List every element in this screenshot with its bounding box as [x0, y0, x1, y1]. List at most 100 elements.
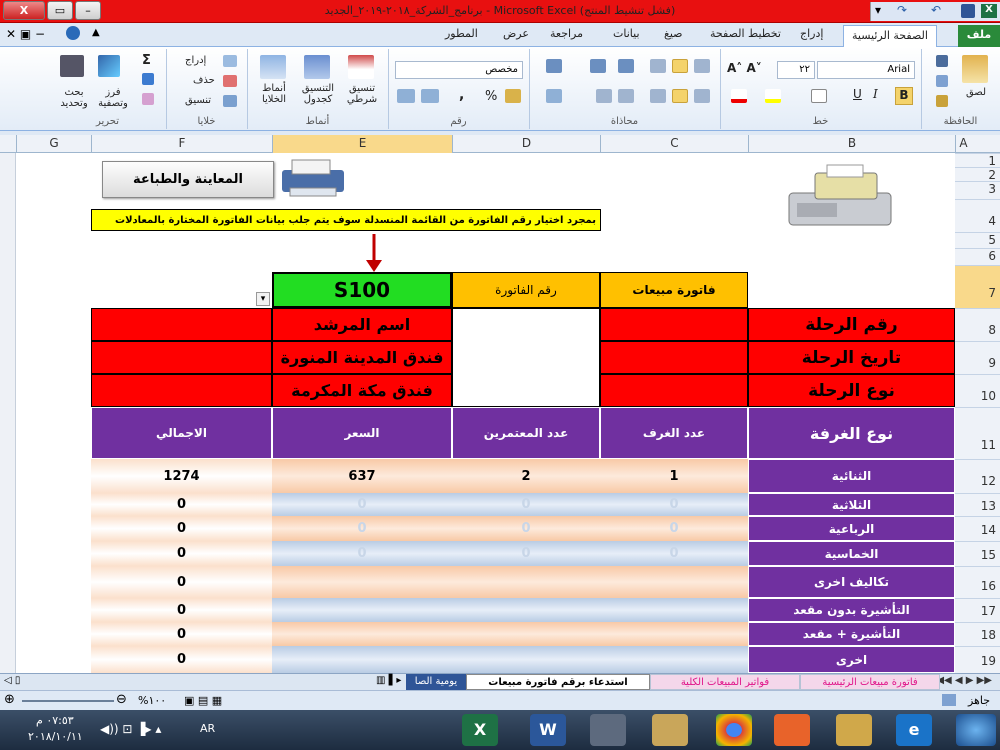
align-left-icon[interactable]	[650, 89, 666, 103]
orientation-icon[interactable]	[618, 59, 634, 73]
column-header-d[interactable]: D	[452, 135, 600, 153]
grow-font-icon[interactable]: A˄ A˅	[727, 61, 762, 75]
font-color-icon[interactable]	[731, 89, 747, 103]
room-type-cell[interactable]: الثنائية	[748, 459, 955, 493]
pilgrims-cell[interactable]	[452, 622, 600, 646]
undo-icon[interactable]: ↶	[931, 3, 941, 17]
row-header[interactable]: 19	[955, 646, 1000, 673]
trip-type-value[interactable]	[600, 374, 748, 407]
taskbar-excel-icon[interactable]: X	[462, 714, 498, 746]
format-painter-icon[interactable]	[936, 95, 948, 107]
merge-center-icon[interactable]	[546, 89, 562, 103]
medina-hotel-value[interactable]	[91, 341, 272, 374]
guide-name-value[interactable]	[91, 308, 272, 341]
room-type-cell[interactable]: الرباعية	[748, 516, 955, 541]
makkah-hotel-value[interactable]	[91, 374, 272, 407]
total-cell[interactable]: 0	[91, 566, 272, 598]
total-cell[interactable]: 0	[91, 493, 272, 516]
wrap-text-icon[interactable]	[546, 59, 562, 73]
row-header[interactable]: 14	[955, 516, 1000, 541]
room-type-cell[interactable]: الخماسية	[748, 541, 955, 566]
row-header[interactable]: 5	[955, 232, 1000, 248]
column-header-e[interactable]: E	[272, 135, 452, 153]
room-type-cell[interactable]: تكاليف اخرى	[748, 566, 955, 598]
bold-button[interactable]: B	[895, 87, 913, 105]
column-header-a[interactable]: A	[955, 135, 971, 153]
column-header-f[interactable]: F	[91, 135, 272, 153]
printer-icon[interactable]	[276, 158, 350, 200]
row-header[interactable]: 10	[955, 374, 1000, 407]
trip-number-value[interactable]	[600, 308, 748, 341]
pilgrims-cell[interactable]: 2	[452, 459, 600, 493]
autosum-button[interactable]: Σ	[142, 53, 151, 68]
outdent-icon[interactable]	[618, 89, 634, 103]
window-controls-icon[interactable]: ✕ ▣ −	[6, 27, 45, 41]
currency-icon[interactable]	[505, 89, 521, 103]
column-header-c[interactable]: C	[600, 135, 748, 153]
taskbar-ie-icon[interactable]: e	[896, 714, 932, 746]
rooms-cell[interactable]	[600, 646, 748, 673]
tab-insert[interactable]: إدراج	[800, 27, 823, 40]
language-indicator[interactable]: AR	[200, 722, 215, 735]
find-select-button[interactable]: بحث وتحديد	[54, 87, 94, 109]
row-header[interactable]: 18	[955, 622, 1000, 646]
taskbar-word-icon[interactable]: W	[530, 714, 566, 746]
price-cell[interactable]: 637	[272, 459, 452, 493]
row-header[interactable]: 7	[955, 265, 1000, 308]
tray-icons[interactable]: ◀)) ⊡ ▐▸ ▴	[100, 722, 161, 736]
row-header[interactable]: 3	[955, 181, 1000, 199]
pilgrims-cell[interactable]: 0	[452, 493, 600, 516]
sort-filter-button[interactable]: فرز وتصفية	[90, 87, 136, 109]
trip-date-value[interactable]	[600, 341, 748, 374]
row-header[interactable]: 9	[955, 341, 1000, 374]
row-header[interactable]: 6	[955, 248, 1000, 265]
align-bottom-icon[interactable]	[694, 59, 710, 73]
rooms-cell[interactable]: 0	[600, 516, 748, 541]
print-preview-button[interactable]: المعاينة والطباعة	[102, 161, 274, 198]
price-cell[interactable]	[272, 622, 452, 646]
price-cell[interactable]	[272, 566, 452, 598]
indent-icon[interactable]	[596, 89, 612, 103]
align-right-icon[interactable]	[694, 89, 710, 103]
column-header-b[interactable]: B	[748, 135, 955, 153]
row-header[interactable]: 2	[955, 167, 1000, 182]
rooms-cell[interactable]: 1	[600, 459, 748, 493]
font-size-select[interactable]: ٢٢	[777, 61, 815, 79]
row-header[interactable]: 1	[955, 153, 1000, 168]
hscroll-split-icon[interactable]: ▥ ▌▸	[376, 675, 401, 686]
price-cell[interactable]	[272, 646, 452, 673]
tab-home[interactable]: الصفحة الرئيسية	[843, 25, 937, 47]
underline-button[interactable]: U	[853, 87, 862, 101]
pilgrims-cell[interactable]	[452, 566, 600, 598]
row-header[interactable]: 4	[955, 199, 1000, 232]
taskbar-chrome-icon[interactable]	[716, 714, 752, 746]
row-header[interactable]: 8	[955, 308, 1000, 341]
invoice-number-select[interactable]: S100	[272, 272, 452, 308]
comma-button[interactable]: ,	[459, 87, 464, 103]
macro-record-icon[interactable]	[942, 694, 956, 706]
cell-styles-button[interactable]: أنماط الخلايا	[252, 83, 296, 105]
font-name-select[interactable]: Arial	[817, 61, 915, 79]
decrease-decimal-icon[interactable]	[421, 89, 439, 103]
rooms-cell[interactable]	[600, 566, 748, 598]
total-cell[interactable]: 0	[91, 622, 272, 646]
rooms-cell[interactable]	[600, 622, 748, 646]
room-type-cell[interactable]: التأشيرة بدون مقعد	[748, 598, 955, 622]
row-header[interactable]: 12	[955, 459, 1000, 493]
text-direction-icon[interactable]	[590, 59, 606, 73]
row-header[interactable]: 15	[955, 541, 1000, 566]
fill-color-icon[interactable]	[765, 89, 781, 103]
select-all-corner[interactable]	[0, 135, 16, 153]
dropdown-arrow-icon[interactable]: ▾	[256, 292, 270, 306]
tab-invoice-lookup[interactable]: استدعاء برقم فاتورة مبيعات	[466, 674, 650, 690]
delete-cells-button[interactable]: حذف	[193, 75, 215, 86]
taskbar-media-icon[interactable]	[774, 714, 810, 746]
tab-formulas[interactable]: صيغ	[664, 27, 683, 40]
row-header[interactable]: 16	[955, 566, 1000, 598]
redo-icon[interactable]: ↷	[897, 3, 907, 17]
tab-main-sales-invoice[interactable]: فاتورة مبيعات الرئيسية	[800, 674, 940, 690]
clear-icon[interactable]	[142, 93, 154, 105]
rooms-cell[interactable]: 0	[600, 493, 748, 516]
zoom-slider[interactable]	[22, 700, 114, 702]
hscroll-left-icon[interactable]: ◁ ▯	[4, 675, 20, 686]
